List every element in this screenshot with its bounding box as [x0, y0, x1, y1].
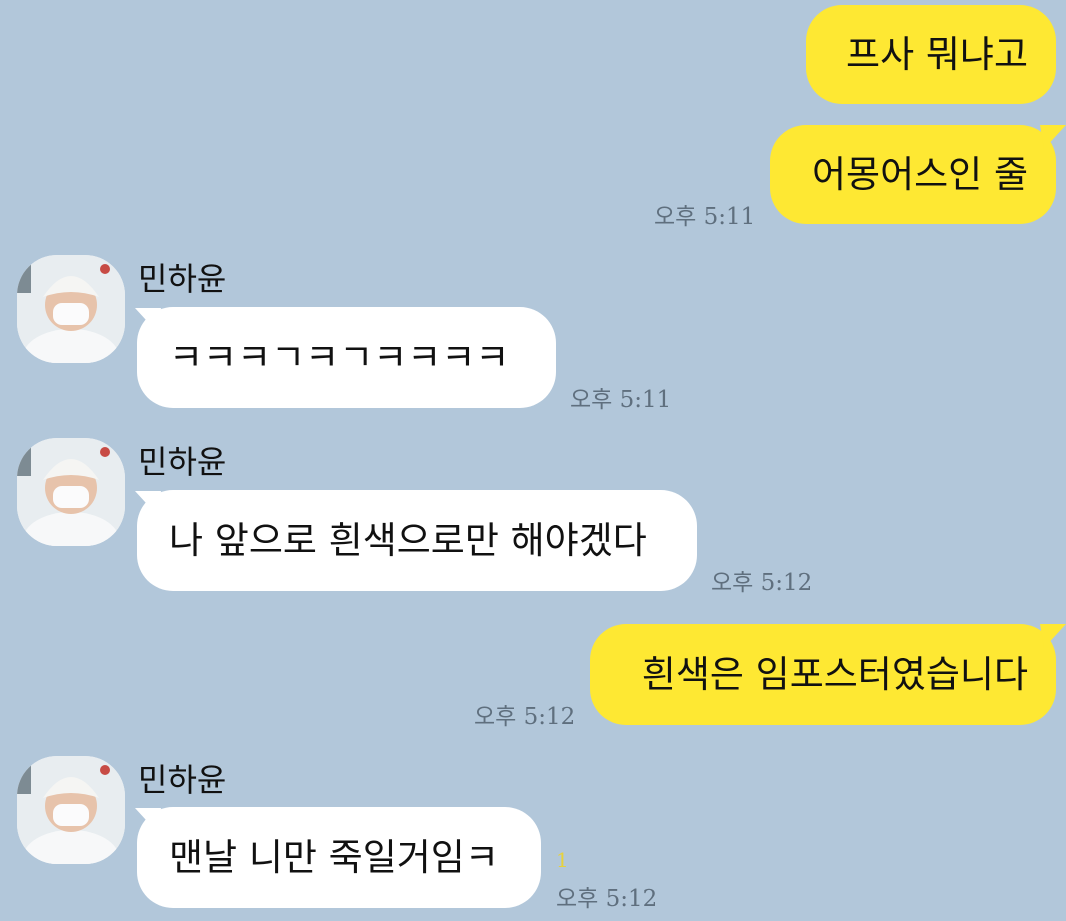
sender-name: 민하윤 [138, 260, 227, 298]
message-timestamp: 오후 5:11 [654, 204, 756, 230]
sender-name: 민하윤 [138, 761, 227, 799]
my-message-bubble[interactable]: 프사 뭐냐고 [806, 5, 1056, 104]
their-message-bubble[interactable]: ㅋㅋㅋㄱㅋㄱㅋㅋㅋㅋ [137, 307, 556, 408]
my-message-bubble[interactable]: 어몽어스인 줄 [770, 125, 1056, 224]
message-text: 어몽어스인 줄 [811, 153, 1028, 196]
message-timestamp: 오후 5:11 [570, 387, 672, 413]
message-timestamp: 오후 5:12 [711, 570, 813, 596]
their-message-bubble[interactable]: 맨날 니만 죽일거임ㅋ [137, 807, 541, 908]
unread-count: 1 [556, 848, 569, 872]
my-message-bubble[interactable]: 흰색은 임포스터였습니다 [590, 624, 1056, 725]
avatar-image [17, 438, 125, 546]
message-text: 흰색은 임포스터였습니다 [641, 653, 1028, 696]
message-text: ㅋㅋㅋㄱㅋㄱㅋㅋㅋㅋ [169, 336, 510, 379]
their-message-bubble[interactable]: 나 앞으로 흰색으로만 해야겠다 [137, 490, 697, 591]
message-text: 프사 뭐냐고 [846, 33, 1028, 76]
avatar[interactable] [17, 756, 125, 864]
avatar[interactable] [17, 255, 125, 363]
message-text: 맨날 니만 죽일거임ㅋ [169, 836, 499, 879]
avatar-image [17, 255, 125, 363]
avatar[interactable] [17, 438, 125, 546]
sender-name: 민하윤 [138, 443, 227, 481]
bubble-tail [1040, 624, 1066, 650]
message-timestamp: 오후 5:12 [474, 704, 576, 730]
message-text: 나 앞으로 흰색으로만 해야겠다 [169, 519, 647, 562]
bubble-tail [1040, 125, 1066, 151]
avatar-image [17, 756, 125, 864]
message-timestamp: 오후 5:12 [556, 886, 658, 912]
